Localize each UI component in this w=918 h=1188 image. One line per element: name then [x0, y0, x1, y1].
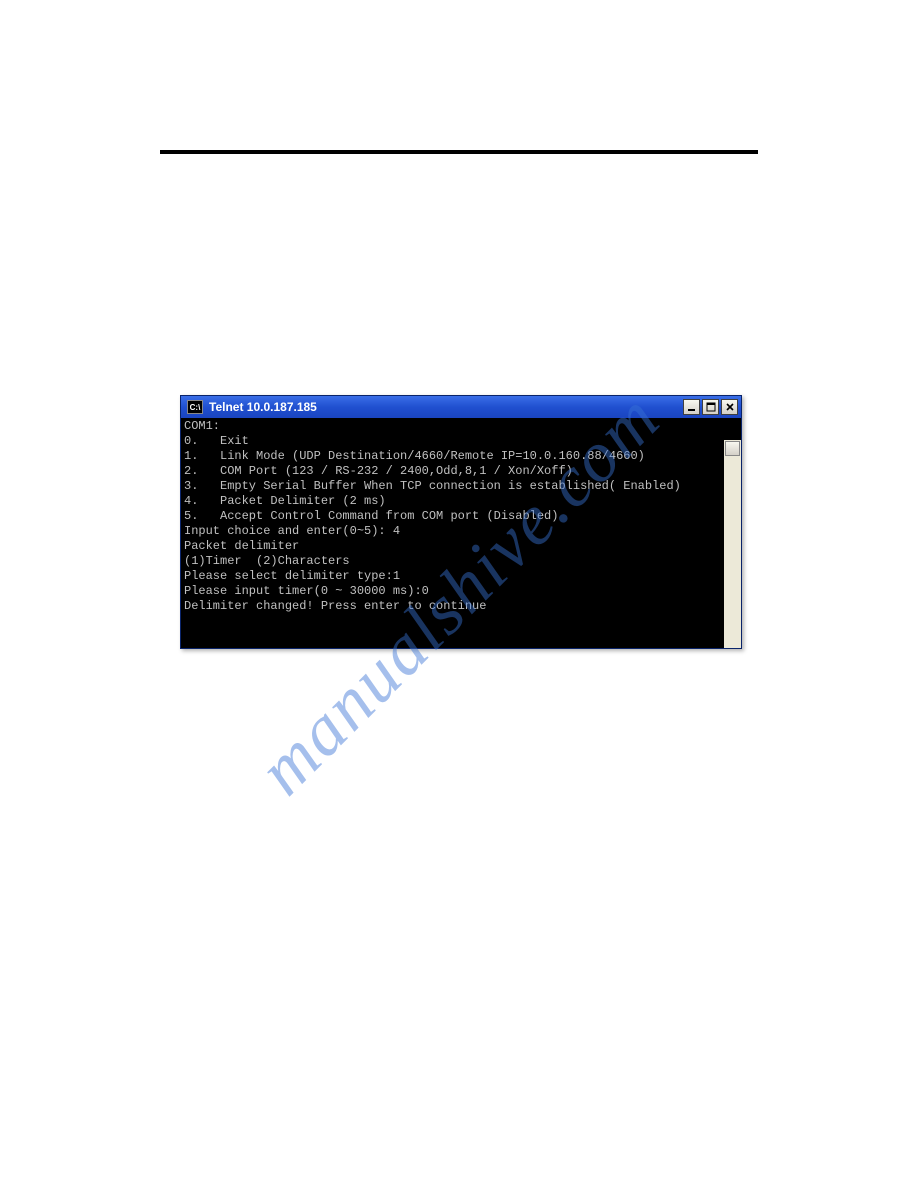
terminal-line: 0. Exit	[184, 434, 738, 449]
window-titlebar[interactable]: C:\ Telnet 10.0.187.185	[181, 396, 741, 418]
close-button[interactable]	[721, 399, 738, 415]
minimize-button[interactable]	[683, 399, 700, 415]
terminal-line: 3. Empty Serial Buffer When TCP connecti…	[184, 479, 738, 494]
terminal-line: Packet delimiter	[184, 539, 738, 554]
window-title: Telnet 10.0.187.185	[209, 400, 683, 414]
terminal-output[interactable]: COM1:0. Exit1. Link Mode (UDP Destinatio…	[181, 418, 741, 648]
terminal-line: 5. Accept Control Command from COM port …	[184, 509, 738, 524]
window-controls	[683, 399, 738, 415]
terminal-line: COM1:	[184, 419, 738, 434]
terminal-line: 2. COM Port (123 / RS-232 / 2400,Odd,8,1…	[184, 464, 738, 479]
scroll-up-icon[interactable]	[725, 441, 740, 456]
page-divider	[160, 150, 758, 154]
terminal-area: COM1:0. Exit1. Link Mode (UDP Destinatio…	[181, 418, 741, 648]
terminal-line: (1)Timer (2)Characters	[184, 554, 738, 569]
terminal-line: Please select delimiter type:1	[184, 569, 738, 584]
terminal-line: 4. Packet Delimiter (2 ms)	[184, 494, 738, 509]
telnet-window: C:\ Telnet 10.0.187.185 COM1:0. Exit1. L…	[180, 395, 742, 649]
command-prompt-icon: C:\	[187, 400, 203, 414]
scrollbar-vertical[interactable]	[724, 440, 741, 648]
maximize-button[interactable]	[702, 399, 719, 415]
terminal-line: 1. Link Mode (UDP Destination/4660/Remot…	[184, 449, 738, 464]
terminal-line: Input choice and enter(0~5): 4	[184, 524, 738, 539]
terminal-line: Delimiter changed! Press enter to contin…	[184, 599, 738, 614]
terminal-line: Please input timer(0 ~ 30000 ms):0	[184, 584, 738, 599]
